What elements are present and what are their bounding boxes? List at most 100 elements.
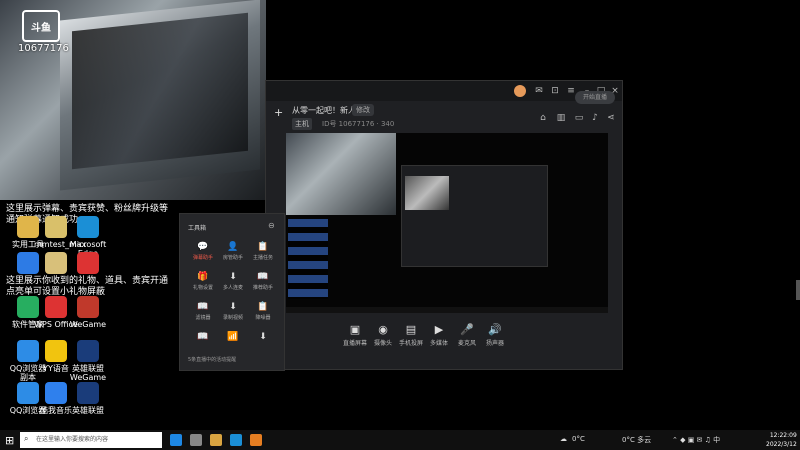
control-label: 扬声器 — [485, 340, 504, 347]
nested-camera — [405, 176, 449, 210]
toolbox-item-icon: ⬇ — [229, 272, 237, 282]
toolbox-item-label: 主播任务 — [252, 255, 273, 261]
preview-nested-window — [401, 165, 548, 267]
app-icon — [77, 252, 99, 274]
toolbox-item-icon: ⬇ — [259, 332, 267, 342]
toolbox-item[interactable]: 💬 弹幕助手 — [188, 242, 218, 261]
search-icon: ⌕ — [24, 434, 29, 443]
toolbox-item-icon: 👤 — [227, 242, 239, 252]
toolbox-item-icon: 🎁 — [197, 272, 209, 282]
toolbox-item-label: 弹幕助手 — [192, 255, 213, 261]
file-explorer-icon[interactable] — [210, 434, 222, 446]
control-label: 麦克风 — [457, 340, 476, 347]
shop-icon[interactable]: ⌂ — [538, 113, 548, 123]
toolbox-item-icon: 📖 — [197, 332, 209, 342]
toolbox-item-label: 录制视频 — [222, 315, 243, 321]
control-bar: ▣ 直播屏幕 ◉ 摄像头 ▤ 手机投屏 ▶ 多媒体 🎤 麦克风 🔊 扬声器 — [266, 319, 622, 359]
toolbox-item-label: 推荐助手 — [252, 285, 273, 291]
go-live-button[interactable]: 开始直播 — [575, 91, 615, 104]
app-icon — [45, 296, 67, 318]
toolbox-item[interactable]: 📖 滤镜器 — [188, 302, 218, 321]
weather-temp[interactable]: 0°C — [572, 435, 585, 443]
toolbox-item-icon: 📖 — [257, 272, 269, 282]
edit-title-button[interactable]: 修改 — [352, 104, 374, 116]
toolbox-item-icon: 📋 — [257, 302, 269, 312]
taskbar-clock[interactable]: 12:22:09 2022/3/12 — [766, 431, 797, 449]
toolbox-item-label: 多人连麦 — [222, 285, 243, 291]
toolbox-item-label: 滤镜器 — [195, 315, 211, 321]
share-icon[interactable]: ⋖ — [606, 113, 616, 123]
edge-icon[interactable] — [170, 434, 182, 446]
control-label: 多媒体 — [429, 340, 448, 347]
toolbox-item-label: 房管助手 — [222, 255, 243, 261]
clock-time: 12:22:09 — [769, 432, 797, 439]
desktop-icon[interactable]: 英雄联盟 — [66, 382, 110, 415]
stream-preview[interactable] — [286, 133, 608, 313]
toolbox-item[interactable]: ⬇ 多人连麦 — [218, 272, 248, 291]
weather-icon[interactable]: ☁ — [560, 435, 567, 443]
toolbox-panel: 工具箱 ⊖ 💬 弹幕助手 👤 房管助手 📋 主播任务 🎁 礼物设置 ⬇ 多人连麦 📖 推荐助手 📖 滤镜器… — [179, 213, 285, 371]
browser-icon[interactable] — [230, 434, 242, 446]
windows-taskbar: ⊞ 在这里输入你要搜索的内容 ⌕ ☁ 0°C 0°C 多云 ⌃ ◆ ▣ ✉ ♫ … — [0, 430, 800, 450]
bell-icon[interactable]: ♪ — [590, 113, 600, 123]
message-icon[interactable]: ✉ — [534, 86, 544, 96]
control-icon: 🔊 — [488, 323, 502, 336]
toolbox-item[interactable]: 📋 主播任务 — [248, 242, 278, 261]
preview-desktop-icons — [288, 219, 328, 299]
tray-icons[interactable]: ⌃ ◆ ▣ ✉ ♫ 中 — [672, 435, 720, 445]
add-icon[interactable]: + — [274, 106, 283, 119]
gift-notice: 这里展示你收到的礼物、道具、贵宾开通 点亮单可设置小礼物屏蔽 — [6, 276, 168, 298]
toolbox-footer[interactable]: 5条直播中的活动提醒 — [188, 356, 236, 363]
preview-camera — [286, 133, 396, 215]
toolbox-item-icon: ⬇ — [229, 302, 237, 312]
toolbox-item-icon: 📖 — [197, 302, 209, 312]
control-label: 手机投屏 — [398, 340, 423, 347]
desktop-icon-label: WeGame — [69, 320, 107, 329]
notice-line: 这里展示弹幕、贵宾获赞、粉丝牌升级等 — [6, 204, 169, 214]
desktop-icon[interactable] — [66, 252, 110, 276]
room-category[interactable]: 主机 — [292, 118, 312, 130]
status-bar — [266, 359, 622, 369]
toolbox-item[interactable]: 📖 推荐助手 — [248, 272, 278, 291]
toolbox-item-icon: 💬 — [197, 242, 209, 252]
app-icon — [45, 340, 67, 362]
desktop-icon[interactable]: WeGame — [66, 296, 110, 329]
notice-line: 这里展示你收到的礼物、道具、贵宾开通 — [6, 276, 169, 286]
control-label: 摄像头 — [373, 340, 392, 347]
room-id-label: 10677176 — [18, 43, 69, 54]
toolbox-item[interactable]: 👤 房管助手 — [218, 242, 248, 261]
toolbox-item[interactable]: ⬇ — [248, 332, 278, 344]
control-button[interactable]: 🔊 扬声器 — [478, 323, 512, 347]
screen-icon[interactable]: ▭ — [574, 113, 584, 123]
app-icon — [77, 216, 99, 238]
chart-icon[interactable]: ▥ — [556, 113, 566, 123]
toolbox-item-label: 礼物设置 — [192, 285, 213, 291]
camera-overlay: 斗鱼 10677176 — [0, 0, 266, 200]
app-icon — [45, 382, 67, 404]
room-meta: ID号 10677176 · 340 — [322, 120, 395, 128]
window-edge — [796, 280, 800, 300]
toolbox-item-label: 降噪器 — [255, 315, 271, 321]
toolbox-item[interactable]: 📋 降噪器 — [248, 302, 278, 321]
taskbar-search-input[interactable]: 在这里输入你要搜索的内容 — [20, 432, 162, 448]
gift-icon[interactable]: ⊡ — [550, 86, 560, 96]
toolbox-item[interactable]: ⬇ 录制视频 — [218, 302, 248, 321]
douyu-logo: 斗鱼 — [22, 10, 60, 42]
toolbox-item[interactable]: 📶 — [218, 332, 248, 344]
camera-monitor — [60, 0, 260, 191]
room-info-bar: + 从零一起吧！新人报道 修改 主机 ID号 10677176 · 340 ⌂ … — [266, 101, 622, 131]
weather-summary[interactable]: 0°C 多云 — [622, 435, 651, 445]
avatar[interactable] — [514, 85, 526, 97]
toolbox-item[interactable]: 📖 — [188, 332, 218, 344]
windows-start-icon[interactable]: ⊞ — [5, 434, 14, 447]
app-icon — [77, 382, 99, 404]
streaming-app-window: ✉ ⊡ ≡ – □ × + 从零一起吧！新人报道 修改 主机 ID号 10677… — [265, 80, 623, 370]
taskview-icon[interactable] — [190, 434, 202, 446]
app-icon — [77, 296, 99, 318]
streaming-app-taskbar-icon[interactable] — [250, 434, 262, 446]
app-icon — [45, 216, 67, 238]
app-icon — [45, 252, 67, 274]
app-titlebar: ✉ ⊡ ≡ – □ × — [266, 81, 622, 101]
close-icon[interactable]: ⊖ — [268, 221, 275, 230]
toolbox-item[interactable]: 🎁 礼物设置 — [188, 272, 218, 291]
